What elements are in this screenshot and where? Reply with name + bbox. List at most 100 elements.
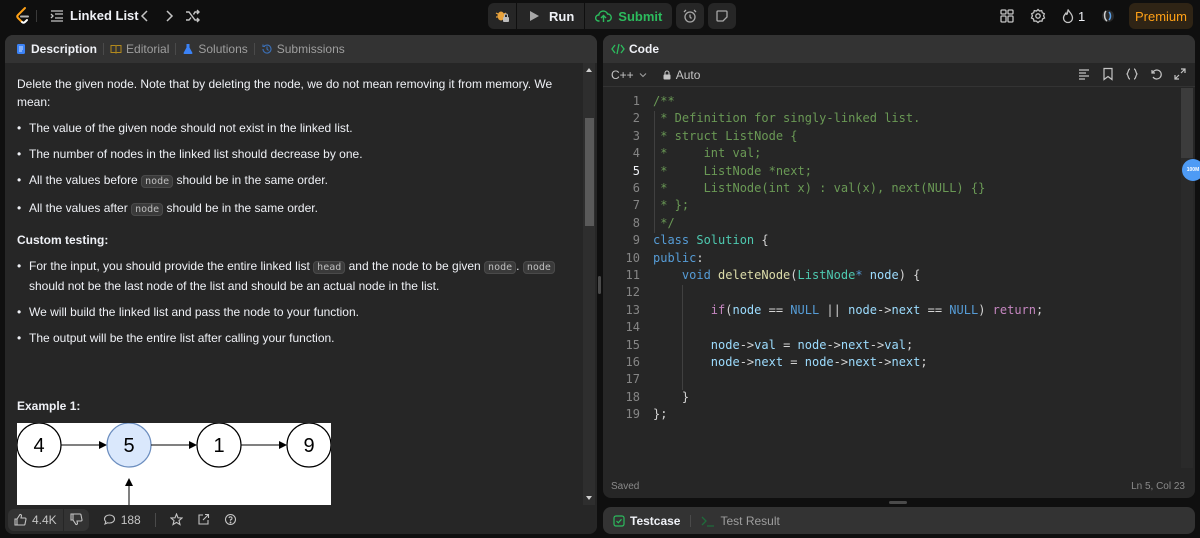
star-icon[interactable]: [169, 513, 183, 526]
list-item: For the input, you should provide the en…: [17, 257, 571, 295]
code-line[interactable]: 1 /**: [603, 94, 1181, 111]
line-number: 11: [625, 268, 640, 282]
top-navigation-bar: Linked List Run Submit 1 Premium: [0, 0, 1200, 32]
problem-list-icon[interactable]: [50, 9, 64, 23]
flask-icon: [183, 44, 193, 54]
submit-button[interactable]: Submit: [585, 3, 672, 29]
list-item: All the values before node should be in …: [17, 171, 571, 191]
problem-list-title[interactable]: Linked List: [70, 8, 139, 23]
settings-gear-icon[interactable]: [1030, 8, 1046, 24]
tab-label: Solutions: [198, 42, 248, 56]
share-external-icon[interactable]: [197, 513, 210, 526]
code-line[interactable]: 2 * Definition for singly-linked list.: [603, 111, 1181, 128]
book-icon: [110, 45, 122, 54]
comment-count: 188: [120, 512, 141, 527]
code-text: * Definition for singly-linked list.: [653, 111, 921, 126]
scroll-down-arrow[interactable]: [586, 496, 592, 500]
chevron-left-icon[interactable]: [136, 7, 154, 25]
tab-label: Editorial: [126, 42, 170, 56]
timer-button[interactable]: [676, 3, 704, 29]
list-node-value: 1: [213, 435, 224, 457]
linked-list-diagram: 4 5 1 9: [17, 423, 331, 505]
code-line[interactable]: 17: [603, 372, 1181, 389]
memory-usage-badge[interactable]: 100M: [1182, 159, 1200, 181]
tab-testcase[interactable]: Testcase: [613, 514, 680, 528]
code-line[interactable]: 12: [603, 285, 1181, 302]
description-panel: Description Editorial Solutions Submissi…: [5, 35, 597, 534]
editor-scroll-thumb[interactable]: [1181, 88, 1193, 158]
code-text: node->val = node->next->val;: [710, 337, 914, 352]
test-panel: Testcase Test Result: [603, 507, 1195, 534]
tab-submissions[interactable]: Submissions: [261, 35, 345, 63]
code-line[interactable]: 3 * struct ListNode {: [603, 129, 1181, 146]
code-line[interactable]: 14: [603, 320, 1181, 337]
code-line[interactable]: 19};: [603, 407, 1181, 424]
user-avatar-icon[interactable]: [1100, 8, 1116, 24]
code-line[interactable]: 15 node->val = node->next->val;: [603, 338, 1181, 355]
bookmark-icon[interactable]: [1101, 67, 1115, 81]
cloud-upload-icon: [595, 10, 613, 22]
code-line[interactable]: 16 node->next = node->next->next;: [603, 355, 1181, 372]
code-text: node->next = node->next->next;: [710, 355, 928, 369]
debugger-locked-button[interactable]: [488, 3, 516, 29]
code-text: * ListNode(int x) : val(x), next(NULL) {…: [653, 181, 986, 195]
premium-button[interactable]: Premium: [1129, 3, 1193, 29]
code-text: public:: [653, 250, 704, 265]
tab-test-result[interactable]: Test Result: [701, 514, 780, 528]
document-icon: [17, 44, 25, 54]
shuffle-icon[interactable]: [184, 7, 202, 25]
tab-solutions[interactable]: Solutions: [182, 35, 248, 63]
list-item: We will build the linked list and pass t…: [17, 303, 571, 321]
code-line[interactable]: 4 * int val;: [603, 146, 1181, 163]
scroll-thumb[interactable]: [585, 118, 594, 226]
tab-label: Description: [31, 42, 98, 56]
language-select[interactable]: C++: [611, 68, 648, 82]
example-heading: Example 1:: [17, 399, 81, 413]
description-scrollbar[interactable]: [583, 63, 595, 505]
layout-grid-icon[interactable]: [999, 8, 1015, 24]
code-line[interactable]: 18 }: [603, 390, 1181, 407]
requirements-list: The value of the given node should not e…: [17, 119, 571, 219]
code-line[interactable]: 10 public:: [603, 251, 1181, 268]
tab-label: Testcase: [630, 513, 681, 528]
code-text: * ListNode *next;: [653, 163, 812, 178]
tab-description[interactable]: Description: [15, 35, 97, 63]
format-align-icon[interactable]: [1077, 67, 1091, 81]
code-line[interactable]: 7 * };: [603, 198, 1181, 215]
reset-undo-icon[interactable]: [1149, 67, 1163, 81]
tab-label: Submissions: [276, 42, 345, 56]
code-line[interactable]: 13 if(node == NULL || node->next == NULL…: [603, 303, 1181, 320]
curly-braces-icon[interactable]: [1125, 67, 1139, 81]
list-item: All the values after node should be in t…: [17, 199, 571, 219]
code-editor[interactable]: 1 /** 2 * Definition for singly-linked lis…: [603, 88, 1181, 468]
like-button[interactable]: 4.4K: [14, 513, 57, 527]
run-button[interactable]: Run: [517, 3, 584, 29]
comments-button[interactable]: 188: [103, 513, 141, 527]
editor-scrollbar[interactable]: [1181, 88, 1193, 468]
auto-label: Auto: [675, 67, 701, 82]
leetcode-logo-icon[interactable]: [13, 6, 33, 26]
help-circle-icon[interactable]: [224, 513, 237, 526]
thumbs-up-icon: [14, 513, 27, 526]
comment-icon: [103, 514, 115, 526]
bug-lock-icon: [495, 11, 509, 22]
code-text: /**: [653, 94, 675, 108]
notes-button[interactable]: [708, 3, 736, 29]
auto-mode-toggle[interactable]: Auto: [662, 67, 701, 82]
code-line[interactable]: 9 class Solution {: [603, 233, 1181, 250]
code-line[interactable]: 8 */: [603, 216, 1181, 233]
code-line[interactable]: 5 * ListNode *next;: [603, 164, 1181, 181]
code-line[interactable]: 11 void deleteNode(ListNode* node) {: [603, 268, 1181, 285]
note-icon: [716, 10, 728, 22]
scroll-up-arrow[interactable]: [586, 68, 592, 72]
line-number: 2: [632, 111, 640, 126]
panel-resize-handle-vertical[interactable]: [598, 276, 601, 294]
tab-editorial[interactable]: Editorial: [110, 35, 169, 63]
panel-resize-handle-horizontal[interactable]: [889, 501, 907, 504]
code-line[interactable]: 6 * ListNode(int x) : val(x), next(NULL)…: [603, 181, 1181, 198]
chevron-right-icon[interactable]: [160, 7, 178, 25]
streak-flame-icon[interactable]: [1060, 8, 1076, 24]
thumbs-down-icon[interactable]: [70, 513, 83, 526]
line-number: 6: [632, 181, 640, 195]
expand-icon[interactable]: [1173, 67, 1187, 81]
